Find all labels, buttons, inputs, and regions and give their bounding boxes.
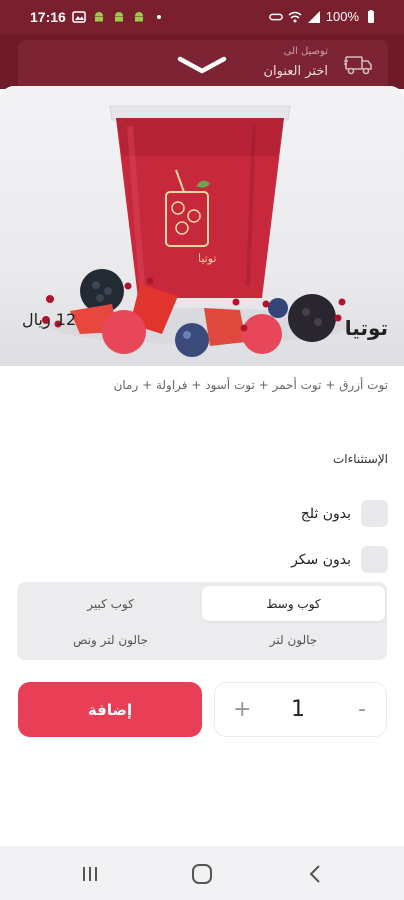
wifi-icon [288,11,302,22]
size-option-large-cup[interactable]: كوب كبير [19,586,202,621]
quantity-value: 1 [291,697,305,722]
truck-icon [344,56,372,75]
battery-icon [368,9,374,23]
exclusion-label: بدون ثلج [300,505,351,522]
chevron-down-icon[interactable] [176,55,228,75]
product-sheet: توتيا [0,86,404,900]
size-option-liter-gallon[interactable]: جالون لتر [202,622,385,657]
back-icon[interactable] [304,862,328,886]
exclusion-option-no-sugar[interactable]: بدون سكر [291,546,388,573]
gallery-icon [72,11,86,23]
recents-icon[interactable] [78,862,102,886]
decrease-quantity-button[interactable]: - [358,697,366,722]
dot-icon [156,15,161,19]
link-icon [268,13,283,20]
size-selector: كوب وسط كوب كبير جالون لتر جالون لتر ونص [17,582,387,660]
delivery-address: اختر العنوان [263,64,328,79]
size-option-liter-half-gallon[interactable]: جالون لتر ونص [19,622,202,657]
android-icon [114,12,123,22]
status-time: 17:16 [30,9,66,25]
checkbox-no-sugar[interactable] [361,546,388,573]
android-icon [94,12,103,22]
product-description: توت أزرق + توت أحمر + توت أسود + فراولة … [113,378,388,392]
exclusion-label: بدون سكر [291,551,351,568]
status-bar: 17:16 100% [0,0,404,34]
checkbox-no-ice[interactable] [361,500,388,527]
cup-logo-text: توتيا [198,252,217,265]
battery-percent: 100% [325,9,359,24]
exclusion-option-no-ice[interactable]: بدون ثلج [301,500,388,527]
home-icon[interactable] [190,862,214,886]
add-to-cart-button[interactable]: إضافة [18,682,202,737]
system-nav-bar [0,846,404,900]
exclusions-title: الإستثناءات [332,452,388,466]
product-name: توتيا [344,316,388,340]
android-icon [134,12,143,22]
size-option-medium-cup[interactable]: كوب وسط [202,586,385,621]
increase-quantity-button[interactable]: + [233,697,251,722]
product-price: 12 ريال [22,310,77,329]
delivery-label: توصيل الى [283,46,328,57]
signal-icon [307,10,320,23]
quantity-stepper: + 1 - [214,682,387,737]
